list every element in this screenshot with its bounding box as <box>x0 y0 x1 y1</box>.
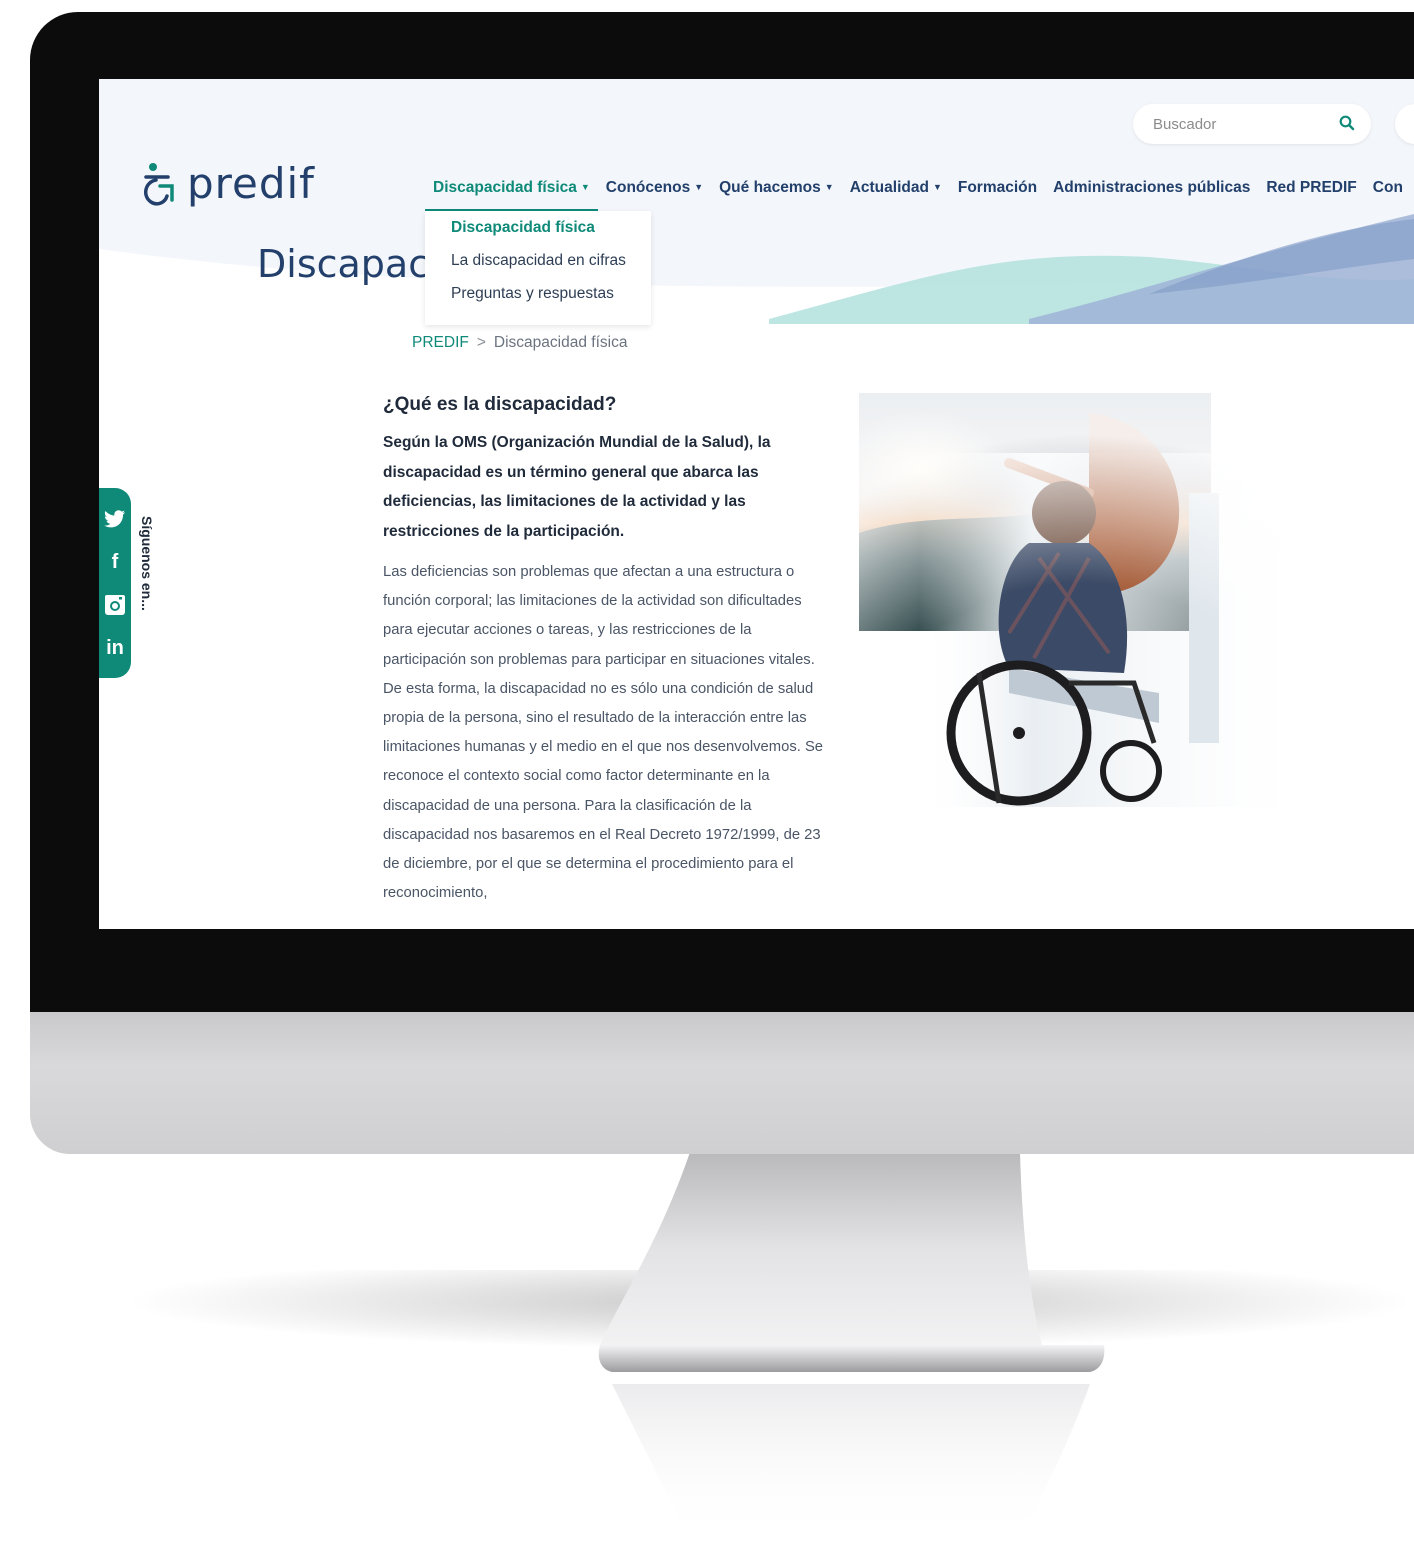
article-body: Las deficiencias son problemas que afect… <box>383 564 824 902</box>
twitter-icon[interactable] <box>104 504 126 534</box>
breadcrumb-home-link[interactable]: PREDIF <box>412 334 469 351</box>
wheelchair-user-photo <box>859 393 1300 807</box>
monitor-chin <box>30 994 1414 1154</box>
facebook-icon[interactable]: f <box>112 547 119 577</box>
caret-down-icon: ▼ <box>580 182 590 192</box>
caret-down-icon: ▼ <box>824 182 834 192</box>
article-heading: ¿Qué es la discapacidad? <box>383 394 617 415</box>
nav-conocenos[interactable]: Conócenos ▼ <box>598 175 711 211</box>
nav-administraciones-publicas[interactable]: Administraciones públicas <box>1045 175 1258 211</box>
nav-que-hacemos[interactable]: Qué hacemos ▼ <box>711 175 842 211</box>
search-icon[interactable] <box>1339 115 1355 131</box>
nav-red-predif[interactable]: Red PREDIF <box>1258 175 1364 211</box>
nav-contacto[interactable]: Con <box>1365 175 1411 211</box>
article-lead: Según la OMS (Organización Mundial de la… <box>383 434 771 540</box>
logo-text: predif <box>187 159 315 208</box>
stand-shadow <box>120 1270 1414 1350</box>
nav-actualidad[interactable]: Actualidad ▼ <box>842 175 950 211</box>
nav-formacion[interactable]: Formación <box>950 175 1045 211</box>
page-title: Discapaci <box>257 242 440 286</box>
facebook-glyph: f <box>111 550 119 573</box>
breadcrumb-separator: > <box>476 334 486 351</box>
screen: predif Discapacidad física▼ Conócenos▼ Q… <box>99 79 1414 929</box>
search-box <box>1133 104 1371 144</box>
logo[interactable]: predif <box>141 159 315 208</box>
dropdown-item-discapacidad-fisica[interactable]: Discapacidad física <box>425 211 651 244</box>
instagram-icon[interactable] <box>104 590 126 620</box>
search-input[interactable] <box>1151 114 1325 134</box>
wheelchair-logo-icon <box>143 162 174 205</box>
breadcrumb: PREDIF > Discapacidad física <box>412 334 627 352</box>
breadcrumb-current: Discapacidad física <box>493 334 628 351</box>
article-content: ¿Qué es la discapacidad? Según la OMS (O… <box>383 394 833 908</box>
caret-down-icon: ▼ <box>694 182 704 192</box>
caret-down-icon: ▼ <box>932 182 942 192</box>
dropdown-item-preguntas-y-respuestas[interactable]: Preguntas y respuestas <box>425 277 651 310</box>
follow-us-label: Síguenos en... <box>139 516 155 611</box>
linkedin-glyph: in <box>106 636 124 659</box>
nav-discapacidad-fisica[interactable]: Discapacidad física ▼ <box>425 175 598 211</box>
linkedin-icon[interactable]: in <box>106 633 124 663</box>
social-bar: f in <box>99 488 131 678</box>
main-nav: Discapacidad física ▼ Conócenos ▼ Qué hace… <box>425 175 1411 211</box>
nav-dropdown-menu: Discapacidad física La discapacidad en c… <box>425 211 651 325</box>
dropdown-item-discapacidad-en-cifras[interactable]: La discapacidad en cifras <box>425 244 651 277</box>
